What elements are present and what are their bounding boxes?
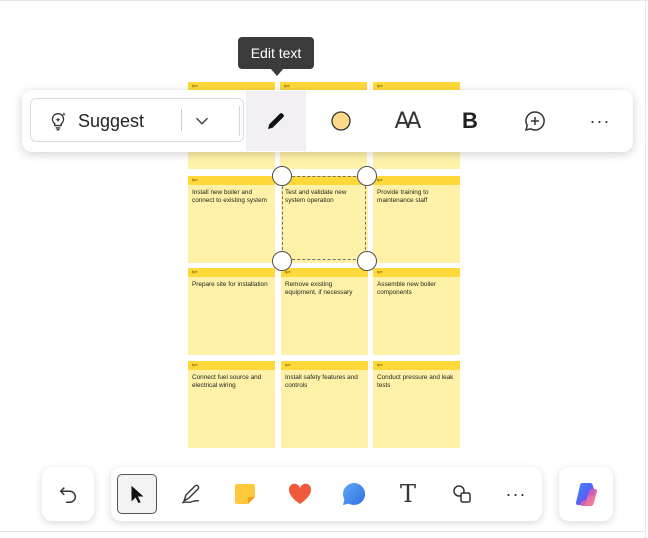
bottom-divider xyxy=(0,531,645,532)
add-comment-button[interactable] xyxy=(505,91,565,151)
sticky-note-tag: tpe xyxy=(285,362,291,367)
sticky-note[interactable]: tpe Connect fuel source and electrical w… xyxy=(188,361,275,448)
font-size-button[interactable]: AA xyxy=(376,91,436,151)
sticky-note-tag: tpe xyxy=(284,83,290,88)
sticky-note-text: Install new boiler and connect to existi… xyxy=(192,189,267,204)
sticky-note-text: Install safety features and controls xyxy=(285,374,358,389)
main-tools-toolbar: T ··· xyxy=(111,467,542,521)
sticky-note-tool-button[interactable] xyxy=(225,474,265,514)
undo-button[interactable] xyxy=(48,474,88,514)
toolbar-divider xyxy=(239,106,240,136)
sticky-note[interactable]: tpe Install safety features and controls xyxy=(281,361,368,448)
resize-handle-top-left[interactable] xyxy=(272,166,292,186)
resize-handle-bottom-left[interactable] xyxy=(272,251,292,271)
sticky-note-text: Remove existing equipment, if necessary xyxy=(285,281,353,296)
sticky-note[interactable]: tpe Provide training to maintenance staf… xyxy=(373,176,460,263)
add-comment-icon xyxy=(524,111,545,132)
copilot-button[interactable] xyxy=(566,474,606,514)
sticky-note-tag: tpe xyxy=(377,362,383,367)
tooltip-arrow xyxy=(270,68,284,76)
sticky-note[interactable]: tpe Remove existing equipment, if necess… xyxy=(281,268,368,355)
sticky-note-tag: tpe xyxy=(192,177,198,182)
bold-button[interactable]: B xyxy=(440,91,500,151)
copilot-icon xyxy=(575,483,598,506)
suggest-button[interactable]: Suggest xyxy=(30,98,244,142)
resize-handle-top-right[interactable] xyxy=(357,166,377,186)
sticky-note-tag: tpe xyxy=(192,269,198,274)
select-tool-button[interactable] xyxy=(117,474,157,514)
color-circle-icon xyxy=(331,111,351,131)
color-button[interactable] xyxy=(311,91,371,151)
sticky-note-text: Prepare site for installation xyxy=(192,281,268,288)
sticky-note-header: tpe xyxy=(373,176,460,185)
more-tools-button[interactable]: ··· xyxy=(496,474,536,514)
top-divider xyxy=(0,0,648,1)
pen-icon xyxy=(181,484,200,504)
copilot-toolbar xyxy=(559,467,613,521)
sticky-note-header: tpe xyxy=(373,361,460,370)
comment-bubble-icon xyxy=(343,482,366,505)
bold-icon: B xyxy=(462,108,478,133)
shapes-icon xyxy=(453,485,471,503)
sticky-note-tag: tpe xyxy=(192,362,198,367)
resize-handle-bottom-right[interactable] xyxy=(357,251,377,271)
text-tool-button[interactable]: T xyxy=(388,474,428,514)
sticky-note-text: Connect fuel source and electrical wirin… xyxy=(192,374,262,389)
pencil-icon xyxy=(268,113,284,129)
right-divider xyxy=(645,0,646,538)
sticky-note-header: tpe xyxy=(188,176,275,185)
lightbulb-sparkle-icon xyxy=(51,112,66,131)
sticky-note[interactable]: tpe Prepare site for installation xyxy=(188,268,275,355)
text-icon: T xyxy=(399,480,416,508)
pen-tool-button[interactable] xyxy=(171,474,211,514)
select-pointer-icon xyxy=(131,485,144,504)
sticky-note-header: tpe xyxy=(373,268,460,277)
sticky-note-icon xyxy=(235,484,255,504)
sticky-note-tag: tpe xyxy=(377,177,383,182)
sticky-note-text: Conduct pressure and leak tests xyxy=(377,374,454,389)
font-size-icon: AA xyxy=(394,108,422,134)
undo-icon xyxy=(59,487,76,503)
more-options-button[interactable]: ··· xyxy=(570,91,630,151)
sticky-note[interactable]: tpe Install new boiler and connect to ex… xyxy=(188,176,275,263)
selection-frame xyxy=(282,176,366,260)
sticky-note-tag: tpe xyxy=(377,83,383,88)
sticky-note-header: tpe xyxy=(281,268,368,277)
sticky-note[interactable]: tpe Conduct pressure and leak tests xyxy=(373,361,460,448)
sticky-note-header: tpe xyxy=(281,361,368,370)
undo-toolbar xyxy=(42,467,94,521)
context-toolbar: Suggest AA B ··· xyxy=(22,90,633,152)
chevron-down-icon[interactable] xyxy=(191,110,213,132)
sticky-note-tag: tpe xyxy=(192,83,198,88)
suggest-label: Suggest xyxy=(78,111,145,131)
edit-text-button[interactable] xyxy=(246,91,306,151)
sticky-note-header: tpe xyxy=(188,268,275,277)
shapes-tool-button[interactable] xyxy=(442,474,482,514)
sticky-note-text: Assemble new boiler components xyxy=(377,281,436,296)
sticky-note-header: tpe xyxy=(188,361,275,370)
more-icon: ··· xyxy=(589,110,611,131)
more-icon: ··· xyxy=(505,483,527,504)
reaction-tool-button[interactable] xyxy=(280,474,320,514)
sticky-note[interactable]: tpe Assemble new boiler components xyxy=(373,268,460,355)
heart-icon xyxy=(288,483,312,504)
suggest-divider xyxy=(181,109,182,131)
sticky-note-text: Provide training to maintenance staff xyxy=(377,189,429,204)
edit-text-tooltip: Edit text xyxy=(238,37,314,69)
comment-tool-button[interactable] xyxy=(334,474,374,514)
sticky-note-tag: tpe xyxy=(377,269,383,274)
